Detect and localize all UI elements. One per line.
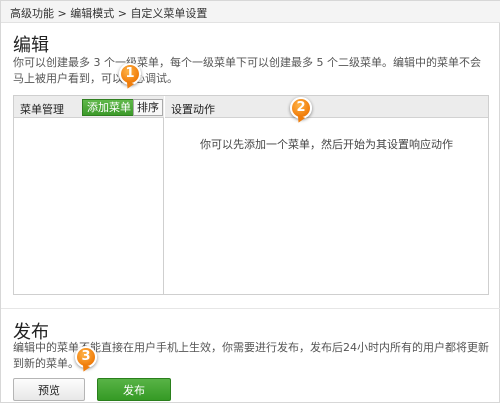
page-frame: 高级功能 > 编辑模式 > 自定义菜单设置 编辑 你可以创建最多 3 个一级菜单…	[0, 0, 500, 403]
add-menu-button[interactable]: 添加菜单	[82, 99, 136, 116]
menu-management-column: 菜单管理 添加菜单 排序	[14, 96, 164, 294]
breadcrumb-separator: >	[117, 7, 127, 20]
empty-action-hint: 你可以先添加一个菜单，然后开始为其设置响应动作	[200, 138, 453, 151]
publish-button[interactable]: 发布	[97, 378, 171, 401]
sort-button[interactable]: 排序	[133, 99, 163, 116]
edit-section-title: 编辑	[13, 35, 49, 56]
step-1-badge: 1	[119, 63, 141, 85]
step-3-badge: 3	[75, 346, 97, 368]
menu-management-label: 菜单管理	[20, 103, 64, 116]
edit-section-description: 你可以创建最多 3 个一级菜单，每个一级菜单下可以创建最多 5 个二级菜单。编辑…	[13, 56, 481, 85]
breadcrumb-item-advanced[interactable]: 高级功能	[10, 7, 54, 20]
action-settings-column: 设置动作 你可以先添加一个菜单，然后开始为其设置响应动作	[165, 96, 488, 294]
menu-management-header: 菜单管理 添加菜单 排序	[14, 96, 164, 118]
breadcrumb: 高级功能 > 编辑模式 > 自定义菜单设置	[1, 1, 500, 23]
action-settings-header: 设置动作	[165, 96, 488, 118]
breadcrumb-item-edit-mode[interactable]: 编辑模式	[70, 7, 114, 20]
breadcrumb-separator: >	[57, 7, 67, 20]
action-settings-label: 设置动作	[171, 103, 215, 116]
section-divider	[1, 308, 500, 309]
breadcrumb-item-custom-menu: 自定义菜单设置	[130, 7, 208, 20]
preview-button[interactable]: 预览	[13, 378, 85, 401]
step-2-badge: 2	[290, 97, 312, 119]
menu-editor-panel: 菜单管理 添加菜单 排序 设置动作 你可以先添加一个菜单，然后开始为其设置响应动…	[13, 95, 489, 295]
